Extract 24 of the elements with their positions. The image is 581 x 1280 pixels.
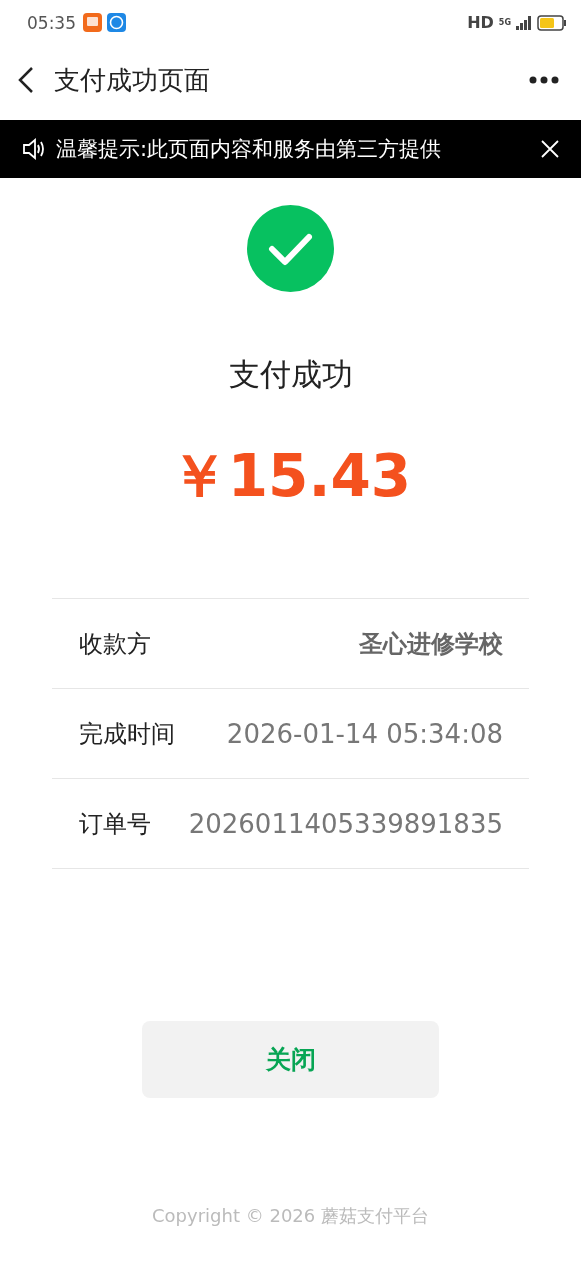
copyright-text: Copyright © 2026 蘑菇支付平台 [152, 1204, 429, 1228]
more-icon[interactable] [529, 76, 559, 84]
speaker-icon [22, 138, 46, 160]
result-title: 支付成功 [228, 355, 353, 394]
cellular-type: 5G [498, 18, 511, 27]
detail-label: 完成时间 [79, 718, 175, 750]
status-time: 05:35 [27, 12, 76, 33]
back-icon[interactable] [18, 66, 34, 94]
detail-label: 订单号 [79, 808, 151, 840]
detail-value: 圣心进修学校 [359, 628, 503, 660]
success-check-icon [247, 205, 334, 292]
detail-value: 2026-01-14 05:34:08 [226, 718, 503, 749]
payment-amount: ￥15.43 [169, 441, 412, 512]
detail-label: 收款方 [79, 628, 151, 660]
detail-value: 2026011405339891835 [188, 808, 503, 839]
page-title: 支付成功页面 [54, 63, 211, 97]
signal-icon [516, 15, 532, 30]
app-notification-icon [107, 13, 126, 32]
battery-icon [537, 14, 567, 31]
network-type: HD [467, 13, 494, 32]
close-button[interactable]: 关闭 [142, 1021, 439, 1098]
notice-text: 温馨提示:此页面内容和服务由第三方提供 [56, 136, 443, 163]
close-icon[interactable] [541, 140, 559, 158]
app-notification-icon [83, 13, 102, 32]
